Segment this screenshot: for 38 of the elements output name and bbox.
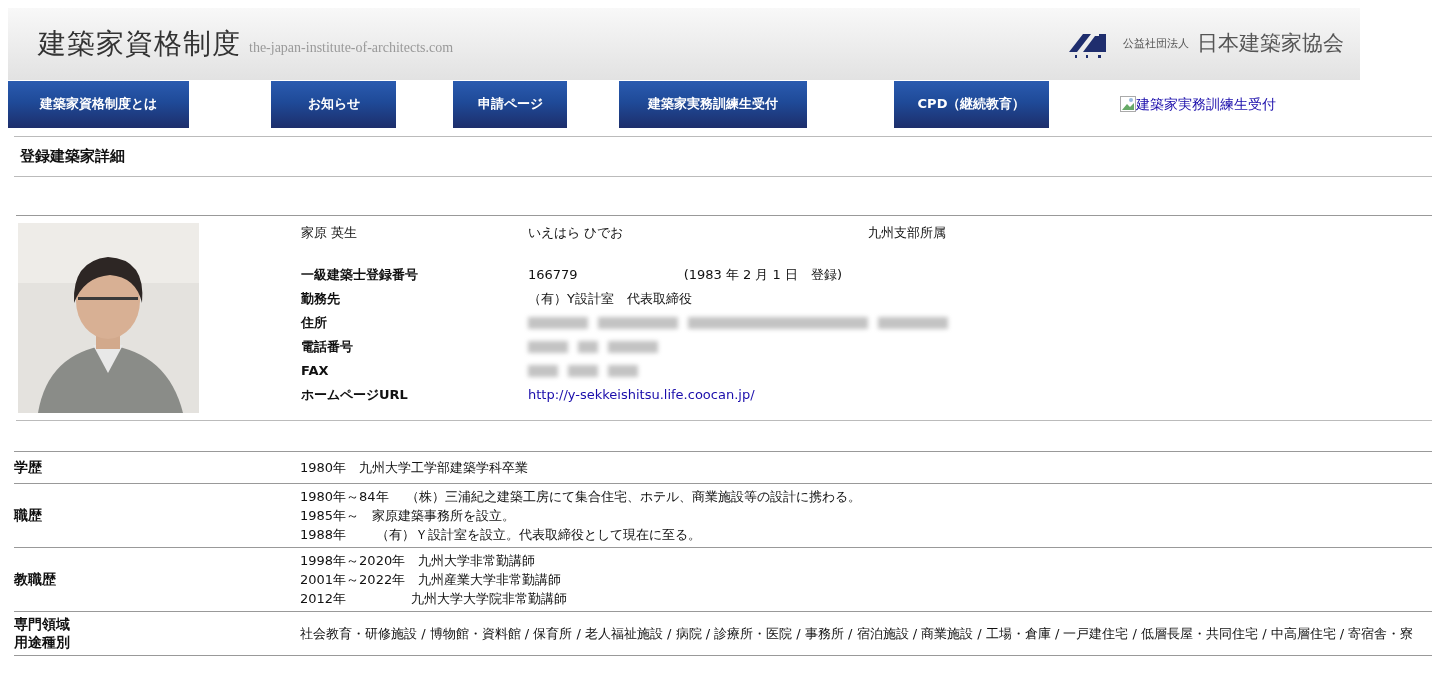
site-title: 建築家資格制度 bbox=[38, 26, 241, 62]
row-text: 2001年～2022年 九州産業大学非常勤講師 bbox=[300, 571, 562, 587]
url-link[interactable]: http://y-sekkeishitsu.life.coocan.jp/ bbox=[528, 384, 755, 405]
row-text: 2012年 九州大学大学院非常勤講師 bbox=[300, 590, 568, 606]
field-value: 166779 bbox=[528, 265, 578, 284]
row-text: 1998年～2020年 九州大学非常勤講師 bbox=[300, 552, 536, 568]
org-name: 日本建築家協会 bbox=[1197, 30, 1344, 58]
nav-button[interactable]: 申請ページ bbox=[453, 80, 567, 128]
nav-button[interactable]: 建築家資格制度とは bbox=[8, 80, 189, 128]
row-text: 1985年～ 家原建築事務所を設立。 bbox=[300, 507, 516, 523]
name-reading: いえはら ひでお bbox=[528, 223, 625, 242]
nav-button[interactable]: 建築家実務訓練生受付 bbox=[619, 80, 807, 128]
broken-image-icon bbox=[1120, 96, 1136, 112]
field-label: 一級建築士登録番号 bbox=[301, 266, 418, 282]
row-label: 教職歴 bbox=[14, 570, 56, 587]
field-label: 勤務先 bbox=[301, 290, 340, 306]
field-label: ホームページURL bbox=[301, 386, 408, 402]
field-value: （有）Y設計室 代表取締役 bbox=[528, 289, 692, 308]
field-label: 住所 bbox=[301, 314, 327, 330]
field-label: 電話番号 bbox=[301, 338, 353, 354]
nav-button[interactable]: お知らせ bbox=[271, 80, 396, 128]
org-prefix: 公益社団法人 bbox=[1123, 35, 1189, 52]
field-label: FAX bbox=[301, 362, 329, 378]
domain-text: the-japan-institute-of-architects.com bbox=[249, 38, 454, 57]
nav-button[interactable]: CPD（継続教育） bbox=[894, 80, 1049, 128]
row-text: 社会教育・研修施設 / 博物館・資料館 / 保育所 / 老人福祉施設 / 病院 / 診療所・医院 / 事務所 / 宿泊施設 / 商業施設 / 工場・倉庫 / 一戸建住宅 / 低層長屋・共同住宅 / 中高層住宅 / 寄宿舎・寮 bbox=[300, 625, 1414, 641]
person-name: 家原 英生 bbox=[301, 223, 359, 242]
row-text: 1988年 （有）Ｙ設計室を設立。代表取締役として現在に至る。 bbox=[300, 526, 702, 542]
row-label: 専門領域 bbox=[14, 615, 70, 632]
nav-link[interactable]: 建築家実務訓練生受付 bbox=[1120, 93, 1276, 115]
row-label: 学歴 bbox=[14, 458, 42, 475]
section-title: 登録建築家詳細 bbox=[20, 147, 125, 165]
row-label: 用途種別 bbox=[14, 634, 70, 651]
row-label: 職歴 bbox=[14, 506, 42, 523]
row-text: 1980年～84年 （株）三浦紀之建築工房にて集合住宅、ホテル、商業施設等の設計に携わる。 bbox=[300, 488, 861, 504]
branch-text: 九州支部所属 bbox=[868, 223, 946, 242]
row-text: 1980年 九州大学工学部建築学科卒業 bbox=[300, 459, 529, 475]
field-note: (1983 年 2 月 1 日 登録) bbox=[683, 265, 843, 284]
